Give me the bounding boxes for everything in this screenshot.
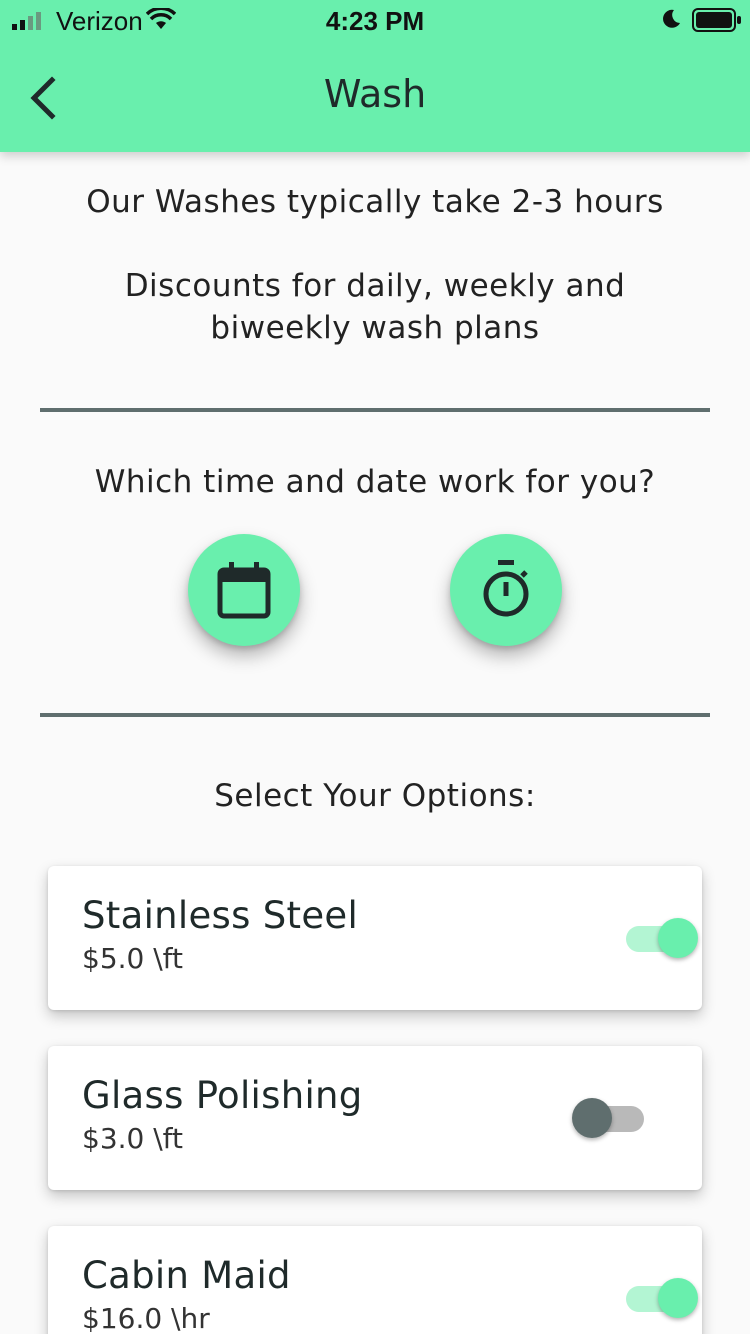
top-bar: Verizon 4:23 PM Wash (0, 0, 750, 152)
option-name: Cabin Maid (82, 1254, 291, 1297)
battery-icon (692, 8, 741, 32)
status-bar: Verizon 4:23 PM (0, 0, 750, 40)
divider (40, 713, 710, 717)
option-price: $16.0 \hr (82, 1302, 210, 1334)
option-toggle[interactable] (620, 1278, 700, 1318)
option-card-stainless-steel: Stainless Steel $5.0 \ft (48, 866, 702, 1010)
option-price: $3.0 \ft (82, 1122, 184, 1155)
option-card-cabin-maid: Cabin Maid $16.0 \hr (48, 1226, 702, 1334)
option-name: Stainless Steel (82, 894, 359, 937)
clock: 4:23 PM (325, 6, 425, 36)
timer-icon (483, 560, 529, 617)
toggle-thumb (572, 1098, 612, 1138)
date-picker-button[interactable] (188, 534, 300, 646)
option-card-glass-polishing: Glass Polishing $3.0 \ft (48, 1046, 702, 1190)
time-picker-button[interactable] (450, 534, 562, 646)
discount-text-line1: Discounts for daily, weekly and (124, 268, 626, 304)
option-toggle[interactable] (620, 918, 700, 958)
option-name: Glass Polishing (82, 1074, 363, 1117)
option-toggle[interactable] (572, 1098, 652, 1138)
wash-duration-text: Our Washes typically take 2-3 hours (86, 184, 664, 220)
options-heading: Select Your Options: (214, 778, 536, 814)
calendar-icon (217, 562, 271, 619)
moon-icon (663, 9, 680, 28)
option-price: $5.0 \ft (82, 942, 184, 975)
app-screen: Verizon 4:23 PM Wash Our Washes typicall… (0, 0, 750, 1334)
toggle-thumb (658, 918, 698, 958)
discount-text-line2: biweekly wash plans (210, 310, 540, 346)
toggle-thumb (658, 1278, 698, 1318)
schedule-prompt: Which time and date work for you? (94, 464, 656, 500)
page-title: Wash (323, 72, 427, 116)
divider (40, 408, 710, 412)
